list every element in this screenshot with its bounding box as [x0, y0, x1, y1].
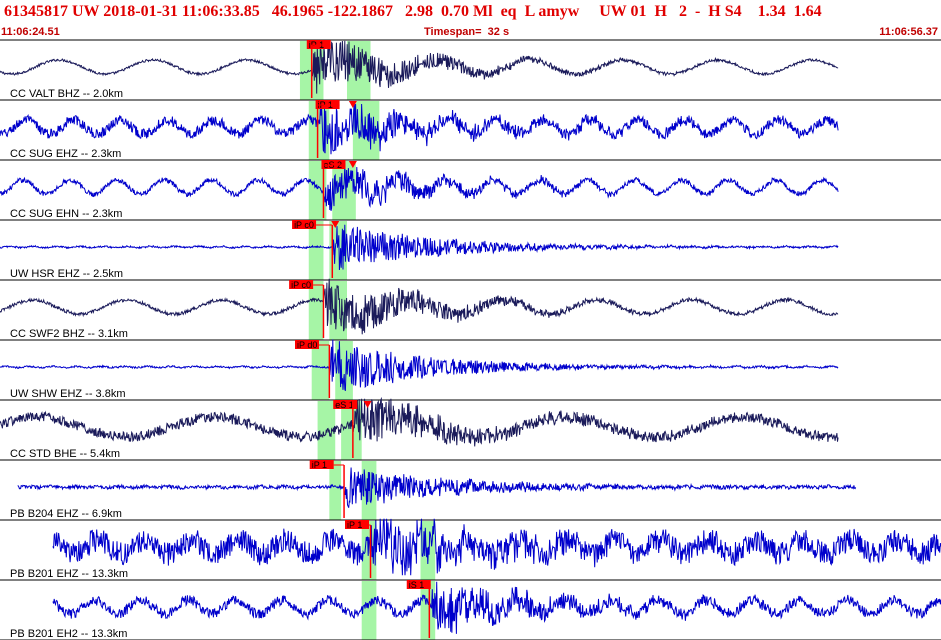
pick-label: iP c0	[294, 220, 314, 230]
waveform-trace	[52, 581, 941, 634]
trace-station-label: UW SHW EHZ -- 3.8km	[10, 388, 126, 400]
trace-station-label: CC STD BHE -- 5.4km	[10, 448, 120, 460]
trace-station-label: PB B201 EH2 -- 13.3km	[10, 628, 127, 640]
pick-window	[329, 461, 342, 520]
pick-label: eS 1	[335, 400, 354, 410]
pick-label: iP c0	[291, 280, 311, 290]
waveform-trace	[0, 396, 839, 447]
trace-station-label: CC VALT BHZ -- 2.0km	[10, 88, 123, 100]
pick-window	[361, 581, 377, 640]
waveform-trace	[17, 467, 857, 508]
trace-station-label: CC SUG EHN -- 2.3km	[10, 208, 122, 220]
waveform-trace	[0, 40, 839, 94]
waveform-trace	[0, 165, 839, 212]
pick-label: iP d0	[297, 340, 317, 350]
waveform-trace	[0, 278, 839, 335]
trace-station-label: PB B204 EHZ -- 6.9km	[10, 508, 122, 520]
trace-station-label: PB B201 EHZ -- 13.3km	[10, 568, 128, 580]
seismogram-panel: iP 1 CC VALT BHZ -- 2.0km iP 1 CC SUG EHZ -…	[0, 39, 941, 640]
pick-label: iS 1	[409, 580, 425, 590]
waveform-trace	[0, 224, 839, 271]
trace-station-label: UW HSR EHZ -- 2.5km	[10, 268, 123, 280]
pick-label: iP 1	[312, 460, 327, 470]
waveform-trace	[52, 518, 941, 576]
waveform-trace	[0, 339, 839, 391]
pick-label: iP 1	[347, 520, 362, 530]
waveform-trace	[0, 103, 839, 155]
trace-station-label: CC SWF2 BHZ -- 3.1km	[10, 328, 128, 340]
trace-station-label: CC SUG EHZ -- 2.3km	[10, 148, 121, 160]
